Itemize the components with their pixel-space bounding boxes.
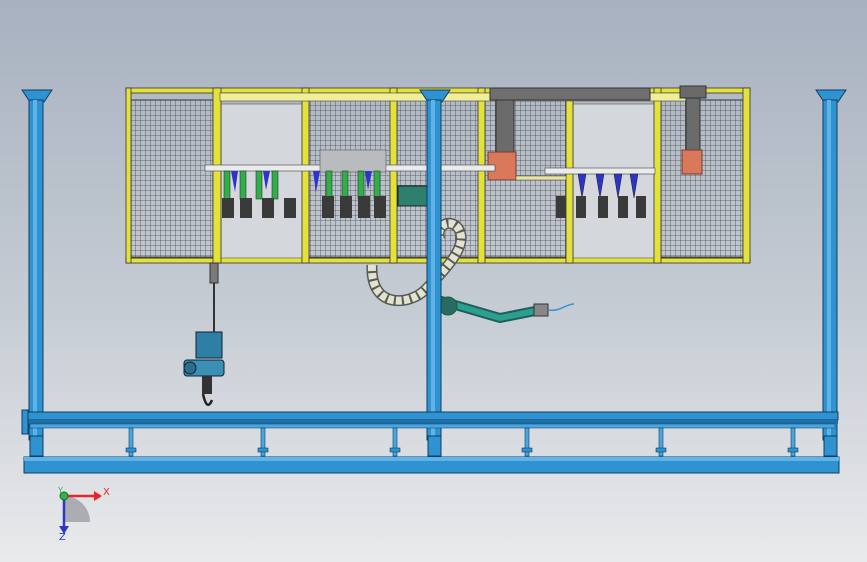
robot-torch: [533, 303, 549, 317]
hoist-trolley: [209, 262, 219, 284]
cad-viewport[interactable]: X Y Z: [0, 0, 867, 562]
torch-cable: [547, 303, 575, 312]
y-axis-label: Y: [58, 486, 63, 495]
coordinate-triad[interactable]: [59, 491, 102, 534]
hanger-rods: [125, 427, 799, 457]
fence-panel-6-open: [572, 103, 656, 259]
lower-rail-highlight: [24, 457, 839, 461]
triad-plane-shade: [64, 496, 90, 522]
slide-left: [495, 99, 515, 157]
control-box: [319, 149, 387, 173]
gantry-column-left: [21, 89, 53, 457]
rail-end-left: [21, 409, 29, 435]
upper-rail-flange: [26, 420, 838, 424]
drive-housing: [489, 87, 651, 101]
support-plate: [29, 423, 836, 429]
hoist-chain: [202, 376, 212, 394]
upper-rail: [25, 411, 839, 421]
z-axis-label: Z: [59, 532, 66, 543]
assembly-drawing: [21, 85, 847, 534]
fence-panel-7: [660, 99, 744, 259]
x-axis-label: X: [103, 487, 110, 498]
fence-panel-1: [130, 99, 214, 259]
electric-hoist: [183, 262, 225, 407]
slide-right: [685, 97, 701, 151]
robot-wrist: [438, 296, 458, 316]
drive-cap: [679, 85, 707, 99]
tool-rack-bar-right: [544, 167, 656, 175]
copper-block-right: [681, 149, 703, 175]
gantry-column-right: [815, 89, 847, 457]
transfer-rail: [515, 175, 567, 181]
hoist-drum: [183, 361, 197, 375]
hoist-hook: [201, 393, 214, 407]
hoist-motor: [195, 331, 223, 359]
x-arrowhead-icon: [94, 491, 102, 501]
